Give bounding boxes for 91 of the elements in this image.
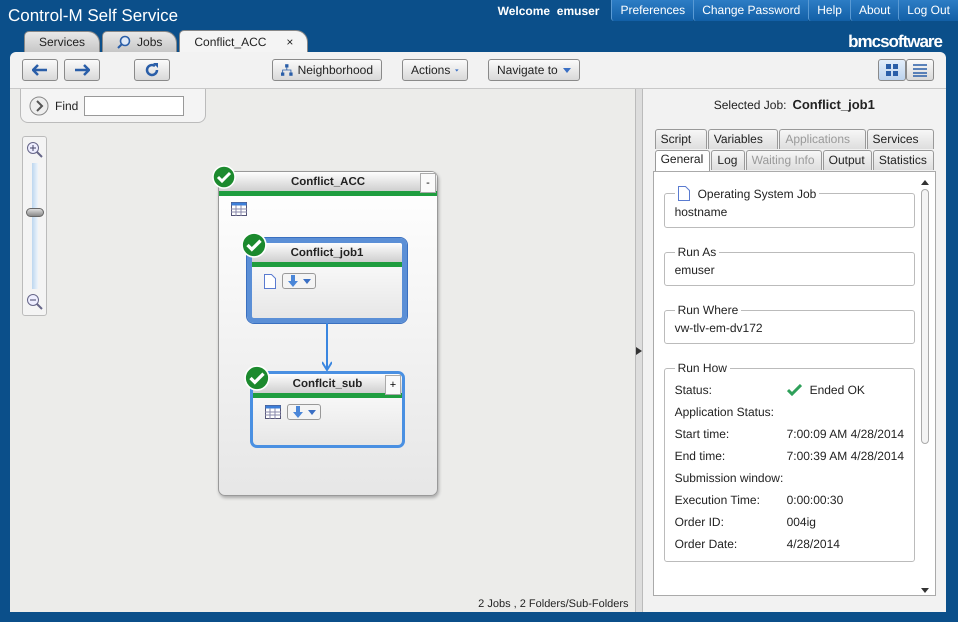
group-title: Run How <box>678 361 727 375</box>
grid-icon <box>885 63 899 77</box>
caret-icon <box>562 68 571 72</box>
table-icon <box>265 405 281 419</box>
detail-label: Start time: <box>674 427 730 441</box>
detail-tab[interactable]: Script <box>654 129 707 149</box>
caret-icon <box>308 410 316 414</box>
search-icon <box>117 35 132 49</box>
detail-value: Ended OK <box>810 383 865 397</box>
find-label: Find <box>55 98 78 112</box>
list-view-button[interactable] <box>906 59 934 81</box>
selected-job-label: Selected Job: <box>714 98 786 112</box>
detail-tab[interactable]: Services <box>866 129 934 149</box>
detail-value: 004ig <box>786 515 816 529</box>
success-icon <box>212 165 236 189</box>
field-value: vw-tlv-em-dv172 <box>674 321 763 335</box>
detail-value: 7:00:39 AM 4/28/2014 <box>786 449 904 463</box>
tab-label: Jobs <box>137 35 162 49</box>
header-link[interactable]: Change Password <box>693 0 808 21</box>
forward-button[interactable] <box>64 59 100 81</box>
grid-view-button[interactable] <box>878 59 906 81</box>
tab[interactable]: Jobs <box>102 31 178 52</box>
find-input[interactable] <box>84 96 184 116</box>
group-title: Run As <box>678 245 716 259</box>
expand-icon[interactable] <box>29 96 49 116</box>
job-node[interactable]: Conflcit_sub + <box>250 371 405 448</box>
zoom-out-icon[interactable] <box>26 293 44 311</box>
expand-toggle[interactable]: - <box>420 173 436 193</box>
refresh-icon <box>144 62 160 78</box>
navigate-menu-button[interactable]: Navigate to <box>488 59 580 81</box>
caret-icon <box>303 278 311 284</box>
actions-dropdown[interactable] <box>282 273 316 289</box>
document-icon <box>264 274 276 288</box>
scrollbar[interactable] <box>919 180 931 595</box>
header-link[interactable]: Preferences <box>611 0 694 21</box>
connector-arrow <box>322 323 332 371</box>
detail-label: Order ID: <box>674 515 725 529</box>
detail-label: Execution Time: <box>674 493 761 507</box>
detail-label: End time: <box>674 449 726 463</box>
group-title: Run Where <box>678 303 738 317</box>
detail-tab[interactable]: Output <box>822 150 872 170</box>
tab[interactable]: Conflict_ACC × <box>179 30 308 52</box>
table-icon <box>231 202 247 216</box>
status-text: 2 Jobs , 2 Folders/Sub-Folders <box>478 598 629 610</box>
tab-label: Services <box>39 35 86 49</box>
detail-label: Status: <box>674 383 713 397</box>
company-logo: bmcsoftware <box>848 32 942 52</box>
actions-menu-button[interactable]: Actions <box>402 59 468 81</box>
hierarchy-icon <box>281 63 293 77</box>
job-node[interactable]: Conflict_job1 <box>247 238 407 323</box>
scroll-down-icon[interactable] <box>921 588 929 593</box>
document-icon <box>678 186 690 201</box>
scroll-up-icon[interactable] <box>921 180 929 185</box>
zoom-in-icon[interactable] <box>26 141 44 159</box>
refresh-button[interactable] <box>134 59 170 81</box>
expand-toggle[interactable]: + <box>385 375 401 395</box>
neighborhood-button[interactable]: Neighborhood <box>272 59 382 81</box>
node-title: Conflict_ACC <box>290 176 366 188</box>
header-link[interactable]: Log Out <box>898 0 958 21</box>
detail-label: Submission window: <box>674 471 784 485</box>
header-link[interactable]: About <box>850 0 898 21</box>
zoom-thumb[interactable] <box>26 208 44 218</box>
caret-icon <box>455 68 459 72</box>
detail-tab[interactable]: Variables <box>708 129 778 149</box>
arrow-down-icon <box>292 406 304 418</box>
field-value: hostname <box>674 205 728 219</box>
detail-value: 4/28/2014 <box>786 537 840 551</box>
arrow-right-icon <box>74 64 90 76</box>
group-title: Operating System Job <box>698 186 816 200</box>
actions-dropdown[interactable] <box>287 404 321 420</box>
detail-tab[interactable]: Statistics <box>872 150 934 170</box>
header-link[interactable]: Help <box>808 0 850 21</box>
arrow-left-icon <box>32 64 48 76</box>
back-button[interactable] <box>22 59 58 81</box>
detail-tab[interactable]: Log <box>711 150 745 170</box>
node-title: Conflcit_sub <box>292 378 362 390</box>
selected-job-name: Conflict_job1 <box>792 97 875 112</box>
close-icon[interactable]: × <box>286 34 294 48</box>
list-icon <box>912 63 928 77</box>
node-title: Conflict_job1 <box>290 246 364 258</box>
welcome-text: Welcome emuser <box>498 3 600 18</box>
detail-tab[interactable]: General <box>654 150 710 171</box>
tab-label: Conflict_ACC <box>194 34 266 48</box>
detail-label: Order Date: <box>674 537 738 551</box>
detail-value: 7:00:09 AM 4/28/2014 <box>786 427 904 441</box>
field-value: emuser <box>674 263 715 277</box>
arrow-down-icon <box>287 275 299 287</box>
detail-label: Application Status: <box>674 405 775 419</box>
app-title: Control-M Self Service <box>7 5 180 26</box>
detail-value: 0:00:00:30 <box>786 493 844 507</box>
tab[interactable]: Services <box>24 31 100 52</box>
